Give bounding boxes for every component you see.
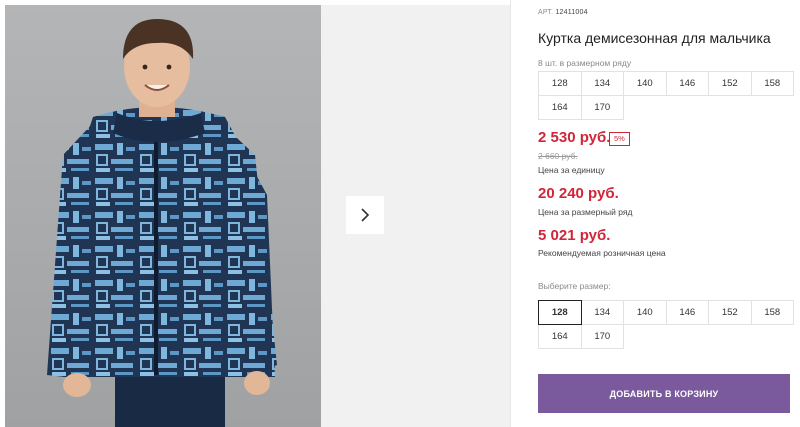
size-row-cell: 134 — [580, 71, 624, 96]
discount-badge: 5% — [609, 132, 630, 146]
price-old: 2 660 руб. — [538, 151, 578, 161]
size-option-170[interactable]: 170 — [580, 324, 624, 349]
sku: АРТ. 12411004 — [538, 9, 588, 16]
size-option-128[interactable]: 128 — [538, 300, 582, 325]
product-title: Куртка демисезонная для мальчика — [538, 30, 771, 46]
size-row-grid: 128 134 140 146 152 158 164 170 — [538, 71, 794, 120]
column-divider — [510, 0, 511, 427]
size-row-cell: 152 — [708, 71, 752, 96]
size-row-cell: 158 — [750, 71, 794, 96]
size-row-cell: 128 — [538, 71, 582, 96]
size-row-cell: 170 — [580, 95, 624, 120]
boy-in-patterned-jacket-photo — [47, 19, 277, 427]
price-per-unit: 2 530 руб. — [538, 129, 611, 146]
size-option-146[interactable]: 146 — [665, 300, 709, 325]
price-per-unit-label: Цена за единицу — [538, 165, 605, 175]
size-option-158[interactable]: 158 — [750, 300, 794, 325]
size-option-164[interactable]: 164 — [538, 324, 582, 349]
product-gallery — [0, 0, 510, 427]
gallery-next-button[interactable] — [346, 196, 384, 234]
choose-size-label: Выберите размер: — [538, 281, 611, 291]
price-size-row: 20 240 руб. — [538, 185, 619, 202]
size-row-cell: 146 — [665, 71, 709, 96]
sku-label: АРТ. — [538, 9, 554, 16]
chevron-right-icon — [361, 208, 370, 222]
size-selector: 128 134 140 146 152 158 164 170 — [538, 300, 794, 349]
price-retail: 5 021 руб. — [538, 227, 611, 244]
product-photo[interactable] — [5, 5, 321, 427]
price-size-row-label: Цена за размерный ряд — [538, 207, 633, 217]
size-option-134[interactable]: 134 — [580, 300, 624, 325]
size-row-cell: 164 — [538, 95, 582, 120]
size-option-140[interactable]: 140 — [623, 300, 667, 325]
size-option-152[interactable]: 152 — [708, 300, 752, 325]
size-row-cell: 140 — [623, 71, 667, 96]
size-row-count-note: 8 шт. в размерном ряду — [538, 58, 632, 68]
add-to-cart-button[interactable]: ДОБАВИТЬ В КОРЗИНУ — [538, 374, 790, 413]
sku-value: 12411004 — [555, 9, 588, 16]
price-retail-label: Рекомендуемая розничная цена — [538, 248, 666, 258]
